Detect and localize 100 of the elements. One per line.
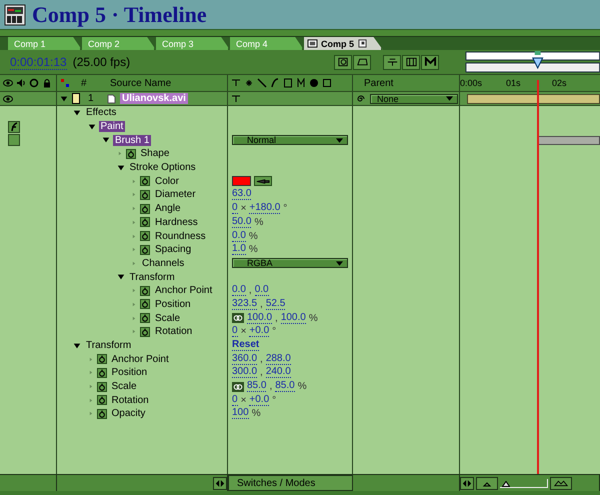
layer-duration-bar[interactable] <box>467 94 600 104</box>
motion-blur-icon[interactable] <box>421 54 440 70</box>
stopwatch-icon[interactable] <box>140 176 150 186</box>
stopwatch-icon[interactable] <box>140 231 150 242</box>
value-field[interactable]: 360.0 <box>232 354 258 365</box>
value-field[interactable]: 288.0 <box>266 354 291 365</box>
property-name[interactable]: Anchor Point <box>110 354 171 365</box>
expand-panes-icon[interactable] <box>460 476 474 490</box>
value-field[interactable]: 63.0 <box>232 189 252 200</box>
expand-triangle-icon[interactable] <box>116 164 124 172</box>
stopwatch-icon[interactable] <box>140 190 150 200</box>
property-name[interactable]: Shape <box>138 148 172 160</box>
stroke-duration-bar[interactable] <box>538 136 600 145</box>
pick-whip-icon[interactable] <box>356 94 366 104</box>
stopwatch-icon[interactable] <box>140 217 150 228</box>
film-icon[interactable] <box>402 54 420 70</box>
value-field[interactable]: 0.0 <box>254 285 269 296</box>
expand-triangle-icon[interactable] <box>73 342 81 350</box>
property-name[interactable]: Transform <box>84 340 134 352</box>
switches-modes-toggle[interactable]: Switches / Modes <box>228 475 353 491</box>
property-name[interactable]: Hardness <box>153 216 200 228</box>
effect-switch[interactable] <box>8 120 20 133</box>
stopwatch-icon[interactable] <box>140 326 150 337</box>
property-name[interactable]: Paint <box>98 121 126 132</box>
value-field[interactable]: 100 <box>232 408 249 420</box>
property-name[interactable]: Diameter <box>153 189 198 200</box>
value-field[interactable]: 1.0 <box>232 244 246 256</box>
stopwatch-icon[interactable] <box>96 408 106 419</box>
zoom-out-icon[interactable] <box>476 476 498 490</box>
stopwatch-icon[interactable] <box>140 244 150 255</box>
property-name[interactable]: Stroke Options <box>128 162 198 174</box>
stopwatch-icon[interactable] <box>126 148 136 159</box>
stopwatch-icon[interactable] <box>96 382 106 392</box>
value-field[interactable]: 240.0 <box>266 367 291 378</box>
property-name[interactable]: Opacity <box>110 408 148 420</box>
value-field[interactable]: 0 <box>232 203 238 214</box>
property-name[interactable]: Transform <box>128 272 177 283</box>
value-field[interactable]: 100.0 <box>280 312 306 324</box>
reset-link[interactable]: Reset <box>232 340 260 352</box>
stopwatch-icon[interactable] <box>140 313 150 324</box>
property-name[interactable]: Position <box>153 298 193 310</box>
value-field[interactable]: +0.0 <box>249 326 270 338</box>
value-field[interactable]: +180.0 <box>249 203 280 214</box>
collapse-switch-icon[interactable] <box>231 94 241 104</box>
source-name-header[interactable]: Source Name <box>102 78 172 88</box>
mode-dropdown[interactable]: RGBA <box>232 258 348 268</box>
constrain-proportions-icon[interactable] <box>232 382 244 392</box>
shy-icon[interactable] <box>353 54 372 70</box>
mode-dropdown[interactable]: Normal <box>232 135 348 146</box>
comp-tab[interactable]: Comp 5 <box>304 37 383 50</box>
zoom-slider-track[interactable] <box>500 478 548 488</box>
expand-triangle-icon[interactable] <box>88 122 96 131</box>
property-name[interactable]: Angle <box>153 203 183 214</box>
value-field[interactable]: 50.0 <box>232 216 252 228</box>
expand-triangle-icon[interactable] <box>116 273 124 282</box>
expand-triangle-icon[interactable] <box>73 108 81 117</box>
stopwatch-icon[interactable] <box>140 204 150 214</box>
property-name[interactable]: Position <box>110 367 150 378</box>
tab-menu-icon[interactable] <box>357 39 368 48</box>
value-field[interactable]: +0.0 <box>249 394 270 406</box>
color-swatch[interactable] <box>232 176 251 186</box>
frame-blending-icon[interactable] <box>383 54 402 70</box>
parent-dropdown[interactable]: None <box>370 94 458 104</box>
value-field[interactable]: 85.0 <box>275 381 295 392</box>
expand-triangle-icon[interactable] <box>102 136 110 144</box>
value-field[interactable]: 52.5 <box>266 298 286 310</box>
property-name[interactable]: Anchor Point <box>153 285 214 296</box>
stopwatch-icon[interactable] <box>96 395 106 406</box>
property-name[interactable]: Channels <box>140 258 186 269</box>
zoom-in-icon[interactable] <box>550 476 572 490</box>
property-name[interactable]: Effects <box>84 107 118 118</box>
region-icon[interactable] <box>334 54 352 70</box>
expand-panes-icon[interactable] <box>213 476 227 490</box>
constrain-proportions-icon[interactable] <box>232 313 244 324</box>
label-color-chip[interactable] <box>72 93 80 104</box>
layer-name[interactable]: Ulianovsk.avi <box>120 93 188 104</box>
property-name[interactable]: Spacing <box>153 244 194 256</box>
value-field[interactable]: 0 <box>232 326 238 338</box>
property-name[interactable]: Scale <box>153 312 182 324</box>
value-field[interactable]: 300.0 <box>232 367 258 378</box>
property-name[interactable]: Roundness <box>153 230 208 242</box>
property-name[interactable]: Color <box>153 176 181 187</box>
value-field[interactable]: 0.0 <box>232 230 246 242</box>
value-field[interactable]: 0.0 <box>232 285 246 296</box>
property-name[interactable]: Rotation <box>110 394 151 406</box>
eyedropper-icon[interactable] <box>254 176 272 186</box>
stopwatch-icon[interactable] <box>140 299 150 310</box>
value-field[interactable]: 323.5 <box>232 298 258 310</box>
value-field[interactable]: 0 <box>232 394 238 406</box>
zoom-slider-thumb[interactable] <box>502 480 510 486</box>
value-field[interactable]: 100.0 <box>247 312 272 324</box>
expand-triangle-icon[interactable] <box>60 94 68 102</box>
value-field[interactable]: 85.0 <box>247 381 266 392</box>
stopwatch-icon[interactable] <box>96 354 106 364</box>
property-name[interactable]: Brush 1 <box>113 134 152 146</box>
effect-switch[interactable] <box>8 134 20 146</box>
stopwatch-icon[interactable] <box>140 286 150 296</box>
property-name[interactable]: Rotation <box>153 326 194 338</box>
property-name[interactable]: Scale <box>110 381 139 392</box>
eye-icon[interactable] <box>3 94 13 104</box>
